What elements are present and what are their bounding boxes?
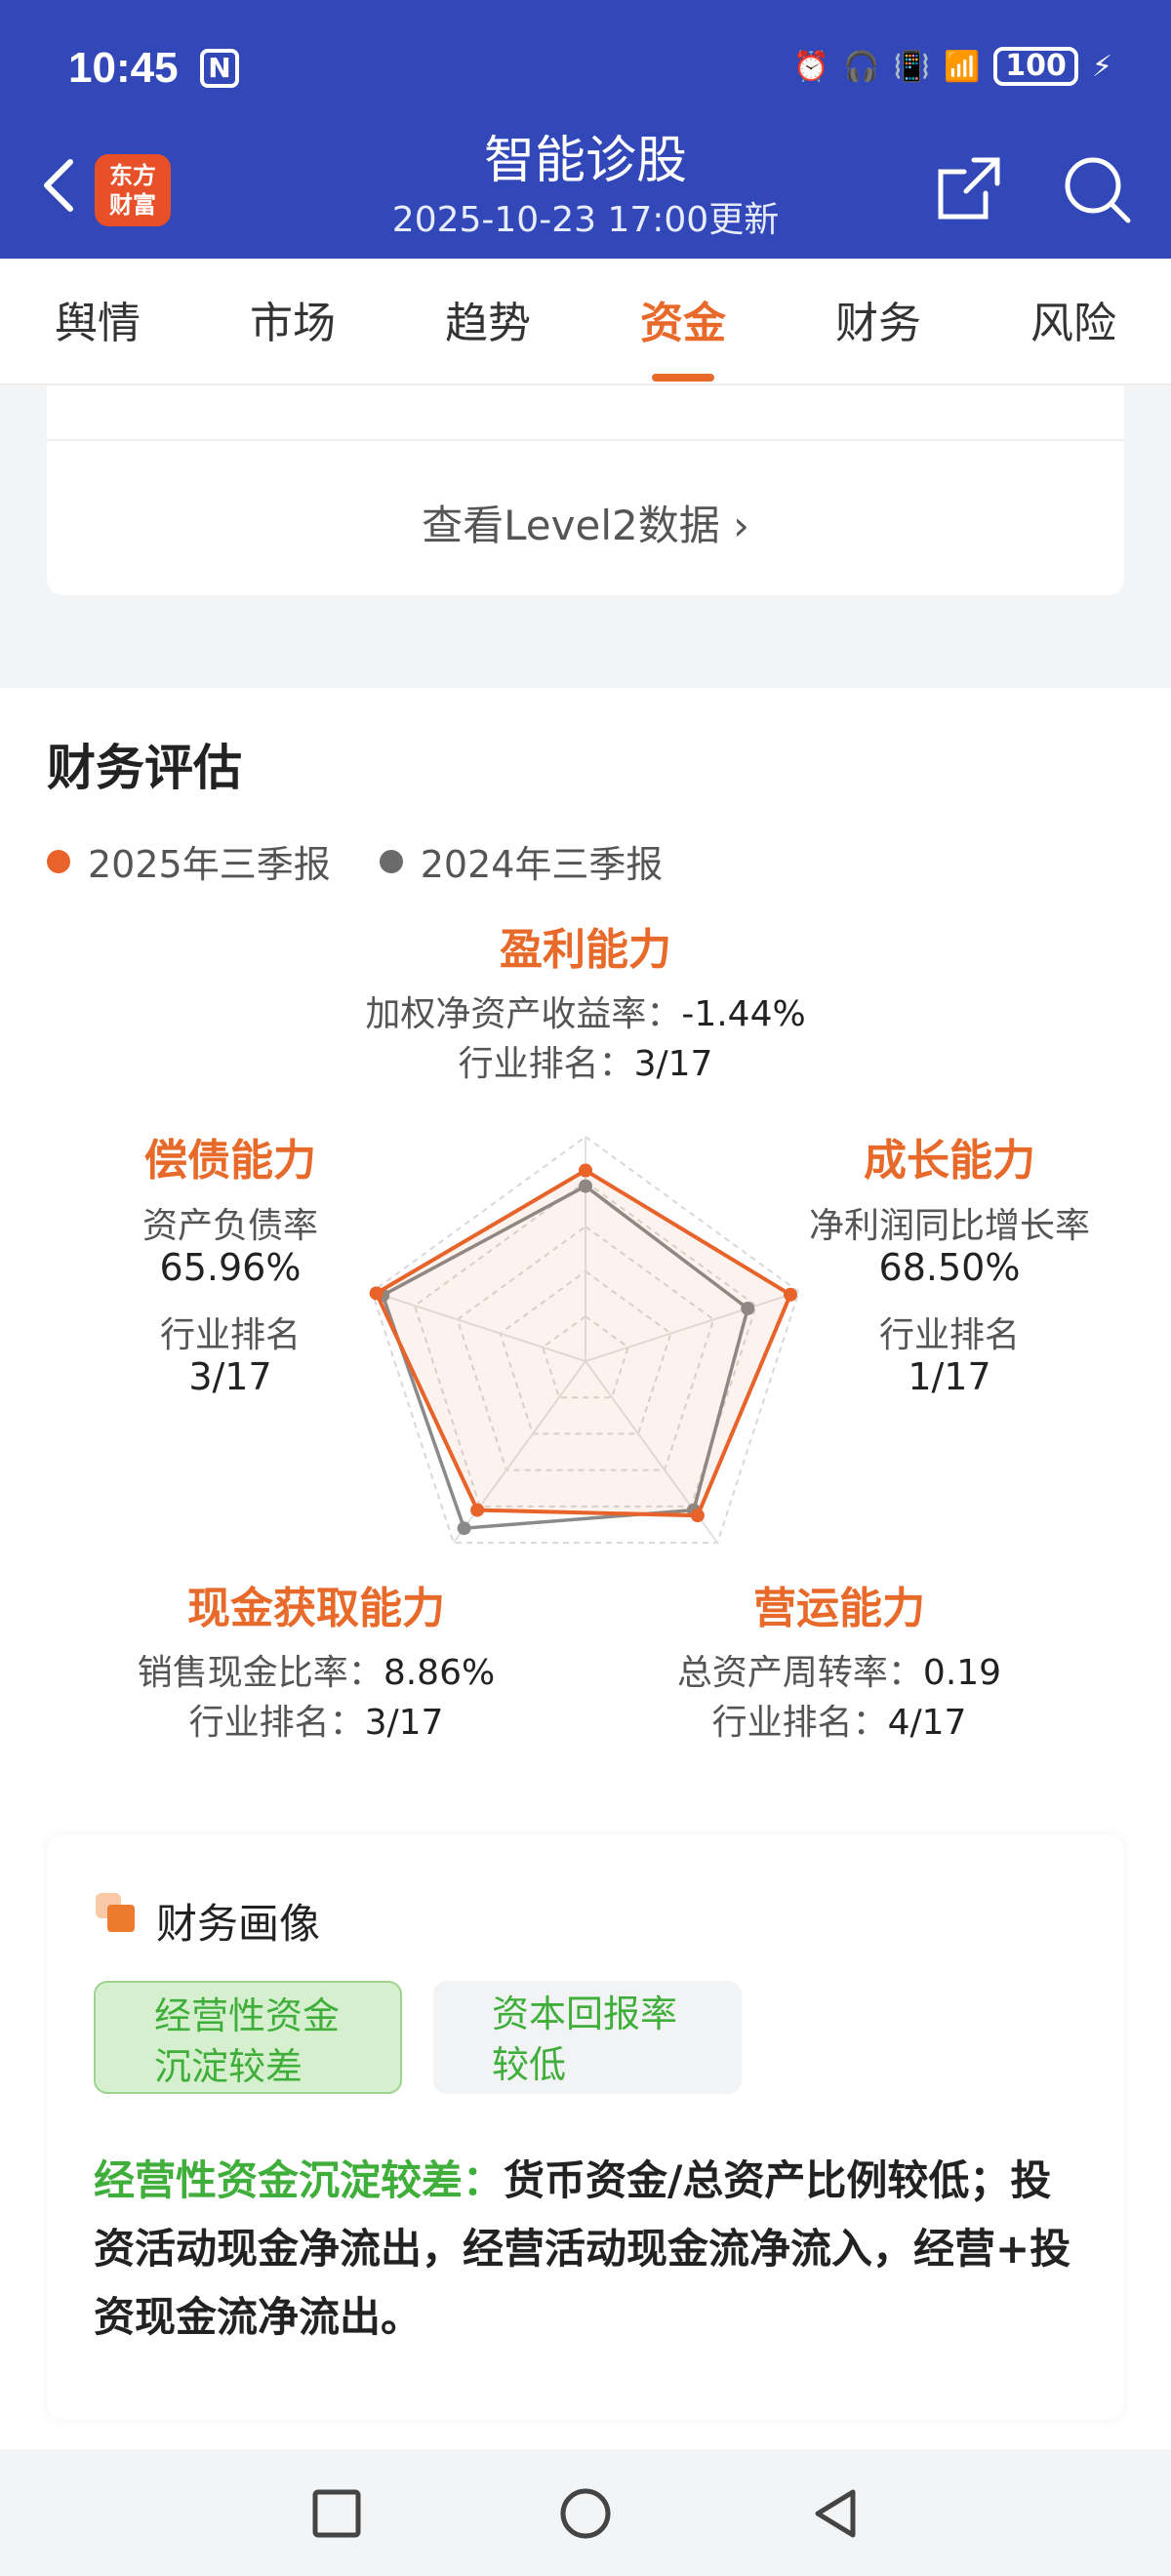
search-icon[interactable] (1062, 154, 1132, 224)
tag2-line2: 较低 (492, 2043, 567, 2086)
profit-value: -1.44% (681, 994, 806, 1034)
tag-operating-funds[interactable]: 经营性资金 沉淀较差 (94, 1981, 402, 2094)
operation-metric: 总资产周转率：0.19 (595, 1644, 1083, 1695)
tab-risk[interactable]: 风险 (976, 288, 1171, 350)
cash-rank-label: 行业排名： (188, 1703, 365, 1743)
nfc-icon: N (200, 49, 239, 88)
radar-chart (369, 1135, 800, 1545)
solvency-metric: 资产负债率 (141, 1206, 318, 1246)
radar-point-2025-2 (783, 1287, 797, 1302)
tag2-line1: 资本回报率 (492, 1992, 678, 2035)
solvency-title: 偿债能力 (144, 1136, 316, 1186)
system-nav-bar (0, 2449, 1171, 2576)
tag-return-on-capital[interactable]: 资本回报率 较低 (433, 1981, 742, 2094)
recent-apps-icon[interactable] (309, 2486, 364, 2541)
profit-metric-label: 加权净资产收益率： (365, 994, 682, 1034)
operation-rank-value: 4/17 (887, 1703, 967, 1743)
solvency-value: 65.96% (159, 1246, 302, 1289)
tag1-line2: 沉淀较差 (154, 2045, 303, 2088)
portrait-description: 经营性资金沉淀较差：货币资金/总资产比例较低；投资活动现金净流出，经营活动现金流… (94, 2147, 1089, 2352)
section-title: 财务评估 (47, 740, 242, 796)
growth-rank-label: 行业排名 (878, 1315, 1020, 1355)
tab-bar: 舆情 市场 趋势 资金 财务 风险 (0, 259, 1171, 385)
growth-rank: 1/17 (908, 1355, 991, 1398)
tab-funds[interactable]: 资金 (586, 288, 781, 350)
portrait-title: 财务画像 (156, 1900, 321, 1948)
radar-series-2025 (374, 1168, 793, 1518)
radar-point-2025-4 (470, 1503, 485, 1517)
portrait-icon (96, 1893, 135, 1932)
status-time: 10:45 (68, 44, 179, 92)
tab-trend[interactable]: 趋势 (390, 288, 586, 350)
cash-title: 现金获取能力 (187, 1584, 445, 1633)
cash-metric: 销售现金比率：8.86% (72, 1644, 560, 1695)
home-icon[interactable] (558, 2486, 613, 2541)
solvency-rank: 3/17 (188, 1355, 272, 1398)
legend-label-2024: 2024年三季报 (420, 843, 664, 886)
profit-metric: 加权净资产收益率：-1.44% (293, 986, 878, 1036)
charging-icon: ⚡ (1091, 49, 1112, 84)
cash-value: 8.86% (383, 1653, 496, 1693)
tab-finance[interactable]: 财务 (781, 288, 976, 350)
growth-value: 68.50% (878, 1246, 1021, 1289)
profit-rank-label: 行业排名： (458, 1044, 634, 1084)
headphones-icon: 🎧 (843, 49, 880, 84)
profit-title: 盈利能力 (500, 925, 671, 975)
legend-label-2025: 2025年三季报 (88, 843, 331, 886)
legend-dot-2024 (379, 849, 403, 873)
radar-point-2025-3 (690, 1509, 705, 1523)
description-highlight: 经营性资金沉淀较差： (94, 2156, 505, 2204)
operation-rank: 行业排名：4/17 (595, 1694, 1083, 1745)
operation-title: 营运能力 (753, 1584, 925, 1633)
radar-point-2024-4 (457, 1521, 471, 1536)
level2-link[interactable]: 查看Level2数据 › (47, 493, 1124, 552)
legend-dot-2025 (47, 849, 70, 873)
tab-sentiment[interactable]: 舆情 (0, 288, 195, 350)
status-icons: ⏰ 🎧 📳 📶 100 ⚡ (793, 47, 1112, 86)
legend-item-2024: 2024年三季报 (379, 834, 664, 888)
cash-rank-value: 3/17 (364, 1703, 444, 1743)
legend-item-2025: 2025年三季报 (47, 834, 331, 888)
operation-metric-label: 总资产周转率： (676, 1653, 923, 1693)
active-tab-indicator (652, 374, 714, 382)
operation-value: 0.19 (922, 1653, 1002, 1693)
profit-rank: 行业排名：3/17 (293, 1035, 878, 1086)
back-nav-icon[interactable] (808, 2486, 863, 2541)
cash-metric-label: 销售现金比率： (137, 1653, 384, 1693)
solvency-rank-label: 行业排名 (159, 1315, 301, 1355)
radar-point-2025-5 (369, 1286, 384, 1301)
share-icon[interactable] (935, 154, 1003, 222)
tab-market[interactable]: 市场 (195, 288, 390, 350)
cash-rank: 行业排名：3/17 (72, 1694, 560, 1745)
profit-rank-value: 3/17 (633, 1044, 713, 1084)
divider (47, 439, 1124, 441)
financial-assessment: 财务评估 2025年三季报 2024年三季报 盈利能力 加权净资产收益率：-1.… (0, 688, 1171, 2449)
tag1-line1: 经营性资金 (154, 1994, 341, 2037)
radar-point-2025-1 (579, 1163, 592, 1178)
operation-rank-label: 行业排名： (711, 1703, 888, 1743)
growth-title: 成长能力 (864, 1136, 1035, 1186)
chart-legend: 2025年三季报 2024年三季报 (47, 834, 711, 888)
app-header: 10:45 N ⏰ 🎧 📳 📶 100 ⚡ 东方 财富 智能诊股 2025-10… (0, 0, 1171, 259)
battery-icon: 100 (993, 47, 1078, 86)
level2-card: 查看Level2数据 › (47, 385, 1124, 595)
vibrate-icon: 📳 (893, 49, 930, 84)
growth-metric: 净利润同比增长率 (808, 1206, 1090, 1246)
wifi-icon: 📶 (943, 49, 981, 84)
financial-portrait-card: 财务画像 经营性资金 沉淀较差 资本回报率 较低 经营性资金沉淀较差：货币资金/… (47, 1834, 1124, 2420)
alarm-icon: ⏰ (792, 49, 830, 84)
